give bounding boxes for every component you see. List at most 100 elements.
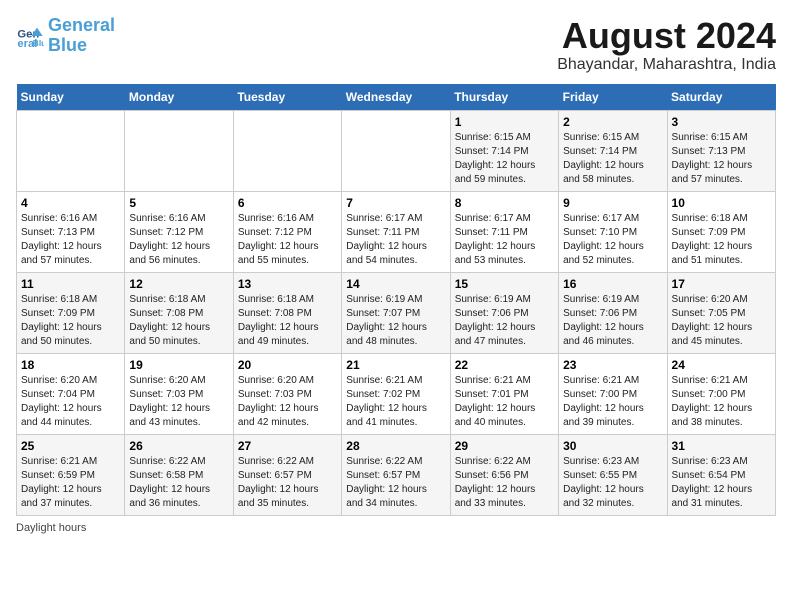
calendar-cell: 2 Sunrise: 6:15 AM Sunset: 7:14 PM Daylig… xyxy=(559,110,667,191)
footer-note: Daylight hours xyxy=(16,522,776,534)
day-number: 31 xyxy=(672,439,771,453)
calendar-week-1: 1 Sunrise: 6:15 AM Sunset: 7:14 PM Daylig… xyxy=(17,110,776,191)
calendar-cell: 13 Sunrise: 6:18 AM Sunset: 7:08 PM Dayli… xyxy=(233,272,341,353)
day-info: Sunrise: 6:20 AM Sunset: 7:03 PM Dayligh… xyxy=(129,374,228,430)
day-number: 23 xyxy=(563,358,662,372)
day-number: 30 xyxy=(563,439,662,453)
calendar-cell: 25Sunrise: 6:21 AM Sunset: 6:59 PM Dayli… xyxy=(17,434,125,515)
day-number: 3 xyxy=(672,115,771,129)
header-day-tuesday: Tuesday xyxy=(233,84,341,111)
main-title: August 2024 xyxy=(557,16,776,56)
calendar-week-3: 11Sunrise: 6:18 AM Sunset: 7:09 PM Dayli… xyxy=(17,272,776,353)
day-number: 6 xyxy=(238,196,337,210)
day-info: Sunrise: 6:19 AM Sunset: 7:06 PM Dayligh… xyxy=(455,293,554,349)
day-number: 13 xyxy=(238,277,337,291)
calendar-cell: 6 Sunrise: 6:16 AM Sunset: 7:12 PM Daylig… xyxy=(233,191,341,272)
header-day-wednesday: Wednesday xyxy=(342,84,450,111)
day-number: 11 xyxy=(21,277,120,291)
calendar-cell: 31 Sunrise: 6:23 AM Sunset: 6:54 PM Dayli… xyxy=(667,434,775,515)
day-info: Sunrise: 6:22 AM Sunset: 6:57 PM Dayligh… xyxy=(346,455,445,511)
day-number: 17 xyxy=(672,277,771,291)
day-number: 12 xyxy=(129,277,228,291)
calendar-cell: 20Sunrise: 6:20 AM Sunset: 7:03 PM Dayli… xyxy=(233,353,341,434)
calendar-cell: 9Sunrise: 6:17 AM Sunset: 7:10 PM Daylig… xyxy=(559,191,667,272)
calendar-cell xyxy=(233,110,341,191)
day-number: 2 xyxy=(563,115,662,129)
calendar-cell: 26 Sunrise: 6:22 AM Sunset: 6:58 PM Dayli… xyxy=(125,434,233,515)
calendar-cell: 10 Sunrise: 6:18 AM Sunset: 7:09 PM Dayli… xyxy=(667,191,775,272)
calendar-cell xyxy=(342,110,450,191)
calendar-cell xyxy=(125,110,233,191)
calendar-cell: 27 Sunrise: 6:22 AM Sunset: 6:57 PM Dayli… xyxy=(233,434,341,515)
day-info: Sunrise: 6:21 AM Sunset: 7:01 PM Dayligh… xyxy=(455,374,554,430)
day-info: Sunrise: 6:18 AM Sunset: 7:08 PM Dayligh… xyxy=(129,293,228,349)
day-info: Sunrise: 6:18 AM Sunset: 7:09 PM Dayligh… xyxy=(672,212,771,268)
day-info: Sunrise: 6:16 AM Sunset: 7:12 PM Dayligh… xyxy=(238,212,337,268)
calendar-cell: 11Sunrise: 6:18 AM Sunset: 7:09 PM Dayli… xyxy=(17,272,125,353)
day-number: 18 xyxy=(21,358,120,372)
day-number: 7 xyxy=(346,196,445,210)
day-info: Sunrise: 6:21 AM Sunset: 7:02 PM Dayligh… xyxy=(346,374,445,430)
day-number: 1 xyxy=(455,115,554,129)
calendar-cell: 15 Sunrise: 6:19 AM Sunset: 7:06 PM Dayli… xyxy=(450,272,558,353)
header: Gen eral Blue General Blue August 2024 B… xyxy=(16,16,776,74)
day-number: 25 xyxy=(21,439,120,453)
svg-text:Blue: Blue xyxy=(33,38,44,48)
calendar-cell: 16Sunrise: 6:19 AM Sunset: 7:06 PM Dayli… xyxy=(559,272,667,353)
header-day-sunday: Sunday xyxy=(17,84,125,111)
day-info: Sunrise: 6:23 AM Sunset: 6:54 PM Dayligh… xyxy=(672,455,771,511)
day-info: Sunrise: 6:22 AM Sunset: 6:56 PM Dayligh… xyxy=(455,455,554,511)
day-number: 22 xyxy=(455,358,554,372)
calendar-cell: 7Sunrise: 6:17 AM Sunset: 7:11 PM Daylig… xyxy=(342,191,450,272)
day-info: Sunrise: 6:15 AM Sunset: 7:14 PM Dayligh… xyxy=(455,131,554,187)
day-info: Sunrise: 6:20 AM Sunset: 7:03 PM Dayligh… xyxy=(238,374,337,430)
header-day-monday: Monday xyxy=(125,84,233,111)
logo-text: General Blue xyxy=(48,16,115,56)
day-number: 9 xyxy=(563,196,662,210)
calendar-cell: 18 Sunrise: 6:20 AM Sunset: 7:04 PM Dayli… xyxy=(17,353,125,434)
day-info: Sunrise: 6:20 AM Sunset: 7:04 PM Dayligh… xyxy=(21,374,120,430)
day-info: Sunrise: 6:23 AM Sunset: 6:55 PM Dayligh… xyxy=(563,455,662,511)
calendar-week-4: 18 Sunrise: 6:20 AM Sunset: 7:04 PM Dayli… xyxy=(17,353,776,434)
calendar-cell: 21Sunrise: 6:21 AM Sunset: 7:02 PM Dayli… xyxy=(342,353,450,434)
day-number: 4 xyxy=(21,196,120,210)
calendar-cell: 3 Sunrise: 6:15 AM Sunset: 7:13 PM Daylig… xyxy=(667,110,775,191)
calendar-table: SundayMondayTuesdayWednesdayThursdayFrid… xyxy=(16,84,776,516)
day-number: 15 xyxy=(455,277,554,291)
calendar-cell: 5Sunrise: 6:16 AM Sunset: 7:12 PM Daylig… xyxy=(125,191,233,272)
logo-icon: Gen eral Blue xyxy=(16,22,44,50)
calendar-body: 1 Sunrise: 6:15 AM Sunset: 7:14 PM Daylig… xyxy=(17,110,776,515)
day-number: 24 xyxy=(672,358,771,372)
day-number: 26 xyxy=(129,439,228,453)
sub-title: Bhayandar, Maharashtra, India xyxy=(557,56,776,74)
day-info: Sunrise: 6:17 AM Sunset: 7:11 PM Dayligh… xyxy=(455,212,554,268)
calendar-cell: 29Sunrise: 6:22 AM Sunset: 6:56 PM Dayli… xyxy=(450,434,558,515)
day-info: Sunrise: 6:16 AM Sunset: 7:13 PM Dayligh… xyxy=(21,212,120,268)
header-day-saturday: Saturday xyxy=(667,84,775,111)
day-number: 10 xyxy=(672,196,771,210)
day-number: 8 xyxy=(455,196,554,210)
day-number: 28 xyxy=(346,439,445,453)
day-number: 27 xyxy=(238,439,337,453)
day-info: Sunrise: 6:21 AM Sunset: 7:00 PM Dayligh… xyxy=(672,374,771,430)
day-number: 16 xyxy=(563,277,662,291)
logo: Gen eral Blue General Blue xyxy=(16,16,115,56)
calendar-cell: 14Sunrise: 6:19 AM Sunset: 7:07 PM Dayli… xyxy=(342,272,450,353)
calendar-cell: 17Sunrise: 6:20 AM Sunset: 7:05 PM Dayli… xyxy=(667,272,775,353)
day-info: Sunrise: 6:18 AM Sunset: 7:08 PM Dayligh… xyxy=(238,293,337,349)
day-info: Sunrise: 6:15 AM Sunset: 7:13 PM Dayligh… xyxy=(672,131,771,187)
header-day-friday: Friday xyxy=(559,84,667,111)
calendar-cell: 23 Sunrise: 6:21 AM Sunset: 7:00 PM Dayli… xyxy=(559,353,667,434)
day-number: 5 xyxy=(129,196,228,210)
calendar-cell: 8 Sunrise: 6:17 AM Sunset: 7:11 PM Daylig… xyxy=(450,191,558,272)
day-info: Sunrise: 6:22 AM Sunset: 6:57 PM Dayligh… xyxy=(238,455,337,511)
day-number: 19 xyxy=(129,358,228,372)
calendar-cell: 22 Sunrise: 6:21 AM Sunset: 7:01 PM Dayli… xyxy=(450,353,558,434)
header-day-thursday: Thursday xyxy=(450,84,558,111)
day-info: Sunrise: 6:15 AM Sunset: 7:14 PM Dayligh… xyxy=(563,131,662,187)
calendar-cell: 19 Sunrise: 6:20 AM Sunset: 7:03 PM Dayli… xyxy=(125,353,233,434)
title-section: August 2024 Bhayandar, Maharashtra, Indi… xyxy=(557,16,776,74)
day-info: Sunrise: 6:21 AM Sunset: 7:00 PM Dayligh… xyxy=(563,374,662,430)
day-info: Sunrise: 6:22 AM Sunset: 6:58 PM Dayligh… xyxy=(129,455,228,511)
day-info: Sunrise: 6:19 AM Sunset: 7:07 PM Dayligh… xyxy=(346,293,445,349)
